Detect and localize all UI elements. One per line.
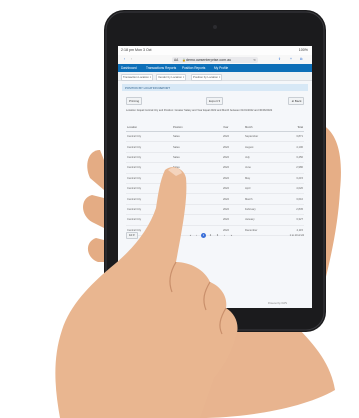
pointing-hand	[55, 167, 238, 418]
pointing-hand-illustration	[55, 167, 238, 418]
